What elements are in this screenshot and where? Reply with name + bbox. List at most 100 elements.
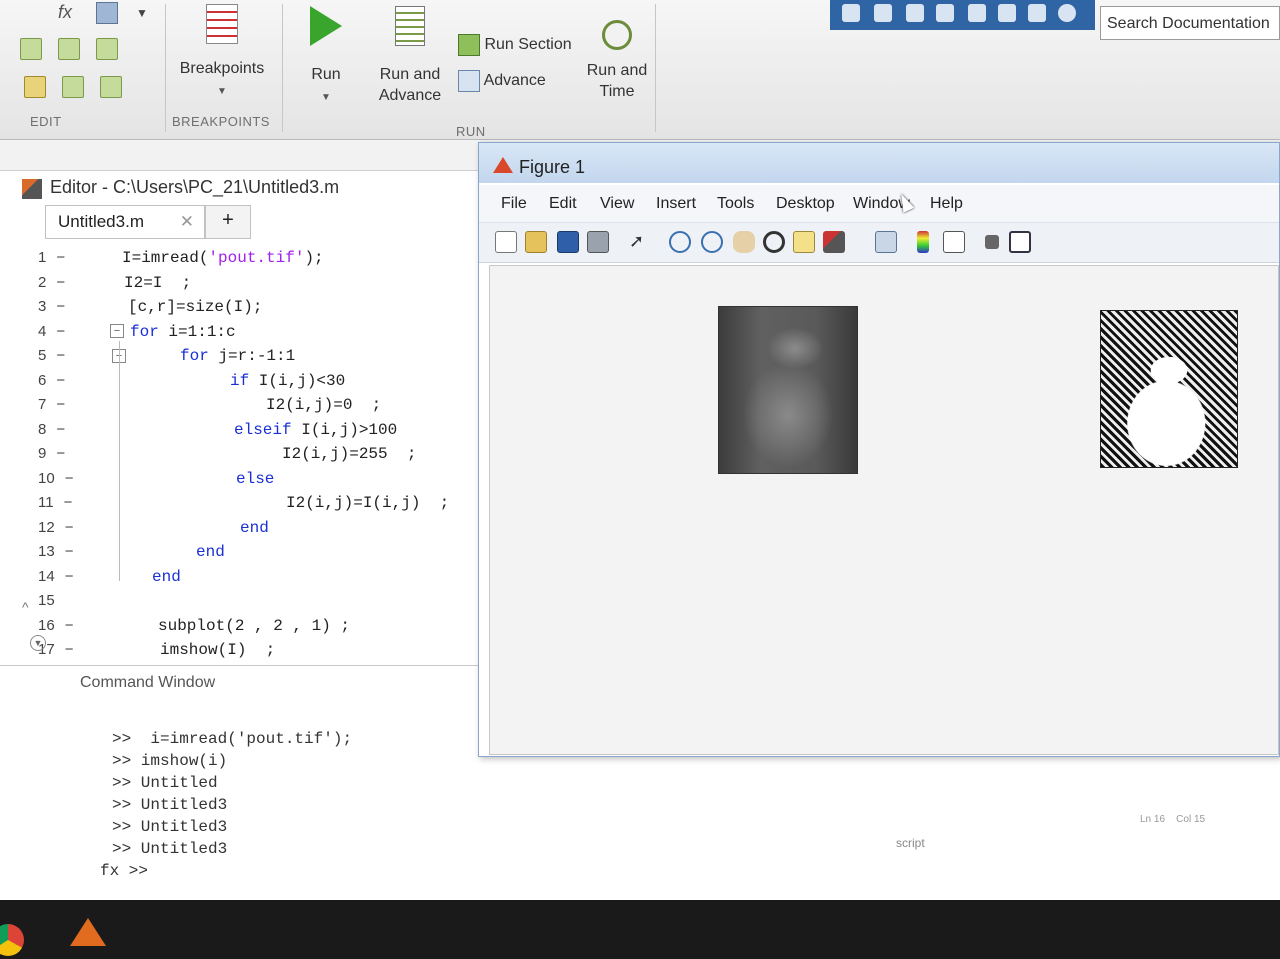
save-icon[interactable] [874, 4, 892, 22]
run-and-time-button[interactable]: Run and Time [582, 20, 652, 102]
tab-untitled3[interactable]: Untitled3.m ✕ [45, 205, 205, 239]
zoom-in-icon[interactable] [669, 231, 691, 253]
scroll-up-icon[interactable]: ^ [22, 599, 29, 615]
open-file-icon[interactable] [525, 231, 547, 253]
line-number: 4− [38, 322, 66, 340]
code-line[interactable]: 15 [0, 592, 490, 616]
layout-icon[interactable] [842, 4, 860, 22]
switch-windows-icon[interactable] [1028, 4, 1046, 22]
code-text: end [152, 567, 181, 586]
code-line[interactable]: 13− end [0, 543, 490, 567]
fold-toggle-icon[interactable]: − [110, 324, 124, 338]
edit-plot-icon[interactable]: ➚ [629, 231, 651, 253]
code-line[interactable]: 2− I2=I ; [0, 274, 490, 298]
hide-plot-tools-icon[interactable] [985, 235, 999, 249]
run-section-button[interactable]: Run Section [458, 34, 578, 56]
command-prompt[interactable]: fx >> [100, 862, 148, 880]
indent-icon[interactable] [24, 76, 46, 98]
command-history-line: >> i=imread('pout.tif'); [112, 730, 353, 748]
dropdown-chevron-icon[interactable]: ▼ [136, 6, 148, 20]
code-line[interactable]: 16− subplot(2 , 2 , 1) ; [0, 617, 490, 641]
code-text: [c,r]=size(I); [128, 298, 263, 316]
undo-icon[interactable] [968, 4, 986, 22]
new-tab-button[interactable]: + [205, 205, 251, 239]
zoom-out-icon[interactable] [701, 231, 723, 253]
code-text: I2=I ; [124, 273, 192, 292]
code-line[interactable]: 1− I=imread('pout.tif'); [0, 249, 490, 273]
code-text: end [196, 543, 225, 561]
code-line[interactable]: 17− imshow(I) ; [0, 641, 490, 665]
menu-file[interactable]: File [501, 195, 527, 213]
print-figure-icon[interactable] [587, 231, 609, 253]
code-line[interactable]: 4− for i=1:1:c [0, 323, 490, 347]
code-line[interactable]: 5− for j=r:-1:1 [0, 347, 490, 371]
code-line[interactable]: 3− [c,r]=size(I); [0, 298, 490, 322]
code-line[interactable]: 11− I2(i,j)=I(i,j) ; [0, 494, 490, 518]
section-label-run: RUN [456, 124, 486, 139]
advance-button[interactable]: Advance [458, 70, 568, 92]
menu-view[interactable]: View [600, 195, 634, 213]
copy-icon[interactable] [936, 4, 954, 22]
pan-icon[interactable] [733, 231, 755, 253]
uncomment-icon[interactable] [58, 38, 80, 60]
smart-indent-icon[interactable] [62, 76, 84, 98]
show-plot-tools-icon[interactable] [1009, 231, 1031, 253]
breakpoints-button[interactable]: Breakpoints ▼ [172, 4, 272, 102]
run-button[interactable]: Run ▼ [296, 4, 356, 108]
code-line[interactable]: 14− end [0, 568, 490, 592]
code-text: for i=1:1:c [130, 322, 236, 341]
chevron-down-icon: ▼ [217, 86, 227, 97]
redo-icon[interactable] [998, 4, 1016, 22]
figure-canvas[interactable] [489, 265, 1279, 755]
code-line[interactable]: 8− elseif I(i,j)>100 [0, 421, 490, 445]
line-number: 16− [38, 616, 74, 634]
legend-icon[interactable] [943, 231, 965, 253]
chrome-icon[interactable] [0, 924, 24, 956]
code-line[interactable]: 10− else [0, 470, 490, 494]
insert-icon[interactable] [96, 2, 118, 24]
figure-title: Figure 1 [519, 157, 586, 177]
run-and-advance-button[interactable]: Run and Advance [370, 4, 450, 106]
line-number: 1− [38, 249, 66, 266]
code-line[interactable]: 6− if I(i,j)<30 [0, 372, 490, 396]
toolstrip: fx ▼ EDIT Breakpoints ▼ BREAKPOINTS Run … [0, 0, 1280, 140]
code-line[interactable]: 12− end [0, 519, 490, 543]
search-documentation-input[interactable]: Search Documentation [1100, 6, 1280, 40]
help-icon[interactable] [1058, 4, 1076, 22]
run-and-time-icon [602, 20, 632, 50]
fold-line [119, 341, 120, 581]
code-line[interactable]: 7− I2(i,j)=0 ; [0, 396, 490, 420]
line-number: 11− [38, 494, 73, 511]
outdent-icon[interactable] [100, 76, 122, 98]
wrap-comments-icon[interactable] [96, 38, 118, 60]
menu-insert[interactable]: Insert [656, 195, 696, 213]
quick-access-toolbar [830, 0, 1095, 30]
cut-icon[interactable] [906, 4, 924, 22]
code-area[interactable]: 1− I=imread('pout.tif'); 2− I2=I ; 3− [c,r]=s… [0, 241, 490, 661]
new-figure-icon[interactable] [495, 231, 517, 253]
menu-edit[interactable]: Edit [549, 195, 577, 213]
fx-icon[interactable]: fx [58, 2, 72, 23]
collapse-icon[interactable]: ▼ [30, 635, 46, 651]
figure-titlebar[interactable]: Figure 1 [479, 143, 1279, 183]
rotate-3d-icon[interactable] [763, 231, 785, 253]
menu-tools[interactable]: Tools [717, 195, 754, 213]
figure-window[interactable]: Figure 1 File Edit View Insert Tools Des… [478, 142, 1280, 757]
link-plot-icon[interactable] [875, 231, 897, 253]
data-cursor-icon[interactable] [793, 231, 815, 253]
menu-help[interactable]: Help [930, 195, 963, 213]
line-number: 13− [38, 543, 74, 560]
menu-desktop[interactable]: Desktop [776, 195, 835, 213]
line-number: 14− [38, 567, 74, 585]
command-history-line: >> imshow(i) [112, 752, 228, 770]
comment-icon[interactable] [20, 38, 42, 60]
save-figure-icon[interactable] [557, 231, 579, 253]
status-position: Ln 16 Col 15 [1140, 814, 1206, 825]
code-text: elseif I(i,j)>100 [234, 420, 398, 439]
close-tab-icon[interactable]: ✕ [180, 212, 194, 232]
code-text: else [236, 469, 275, 488]
brush-icon[interactable] [823, 231, 845, 253]
colorbar-icon[interactable] [917, 231, 929, 253]
code-line[interactable]: 9− I2(i,j)=255 ; [0, 445, 490, 469]
matlab-taskbar-icon[interactable] [66, 910, 110, 950]
